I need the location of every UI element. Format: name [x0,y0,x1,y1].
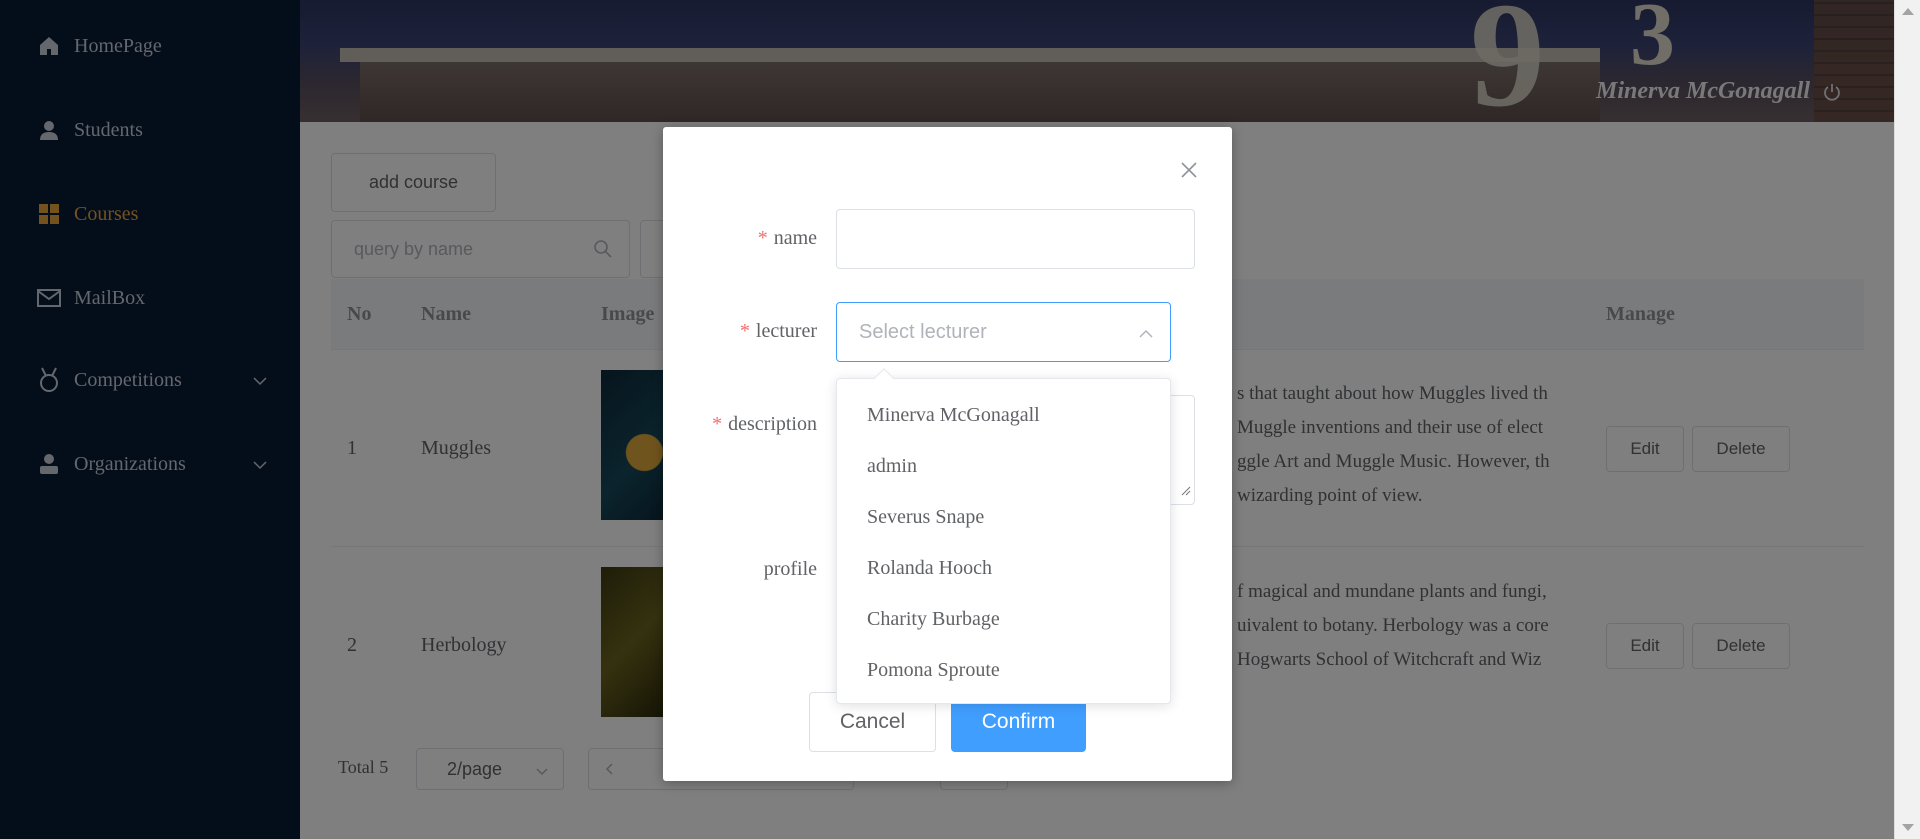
required-mark: * [712,413,723,435]
lecturer-option[interactable]: Pomona Sproute [837,645,1170,696]
scroll-up-icon[interactable] [1902,8,1914,15]
scrollbar[interactable] [1894,0,1920,839]
scroll-down-icon[interactable] [1902,824,1914,831]
resize-handle-icon[interactable] [1181,483,1191,501]
required-mark: * [757,227,768,249]
lecturer-option[interactable]: Minerva McGonagall [837,390,1170,441]
label-text: description [728,413,817,435]
lecturer-select[interactable]: Select lecturer [836,302,1171,362]
lecturer-placeholder: Select lecturer [859,320,987,343]
name-label: * name [758,227,817,250]
profile-label: profile [763,558,817,580]
lecturer-option[interactable]: Charity Burbage [837,594,1170,645]
description-label: * description [712,413,817,436]
name-field[interactable] [836,209,1195,269]
required-mark: * [739,320,750,342]
close-icon[interactable] [1178,159,1200,181]
label-text: name [773,227,817,249]
lecturer-option[interactable]: Rolanda Hooch [837,543,1170,594]
lecturer-option[interactable]: Severus Snape [837,492,1170,543]
lecturer-option[interactable]: admin [837,441,1170,492]
lecturer-dropdown: Minerva McGonagall admin Severus Snape R… [836,368,1171,704]
chevron-up-icon [1138,325,1154,348]
label-text: lecturer [755,320,817,342]
lecturer-label: * lecturer [740,320,817,343]
